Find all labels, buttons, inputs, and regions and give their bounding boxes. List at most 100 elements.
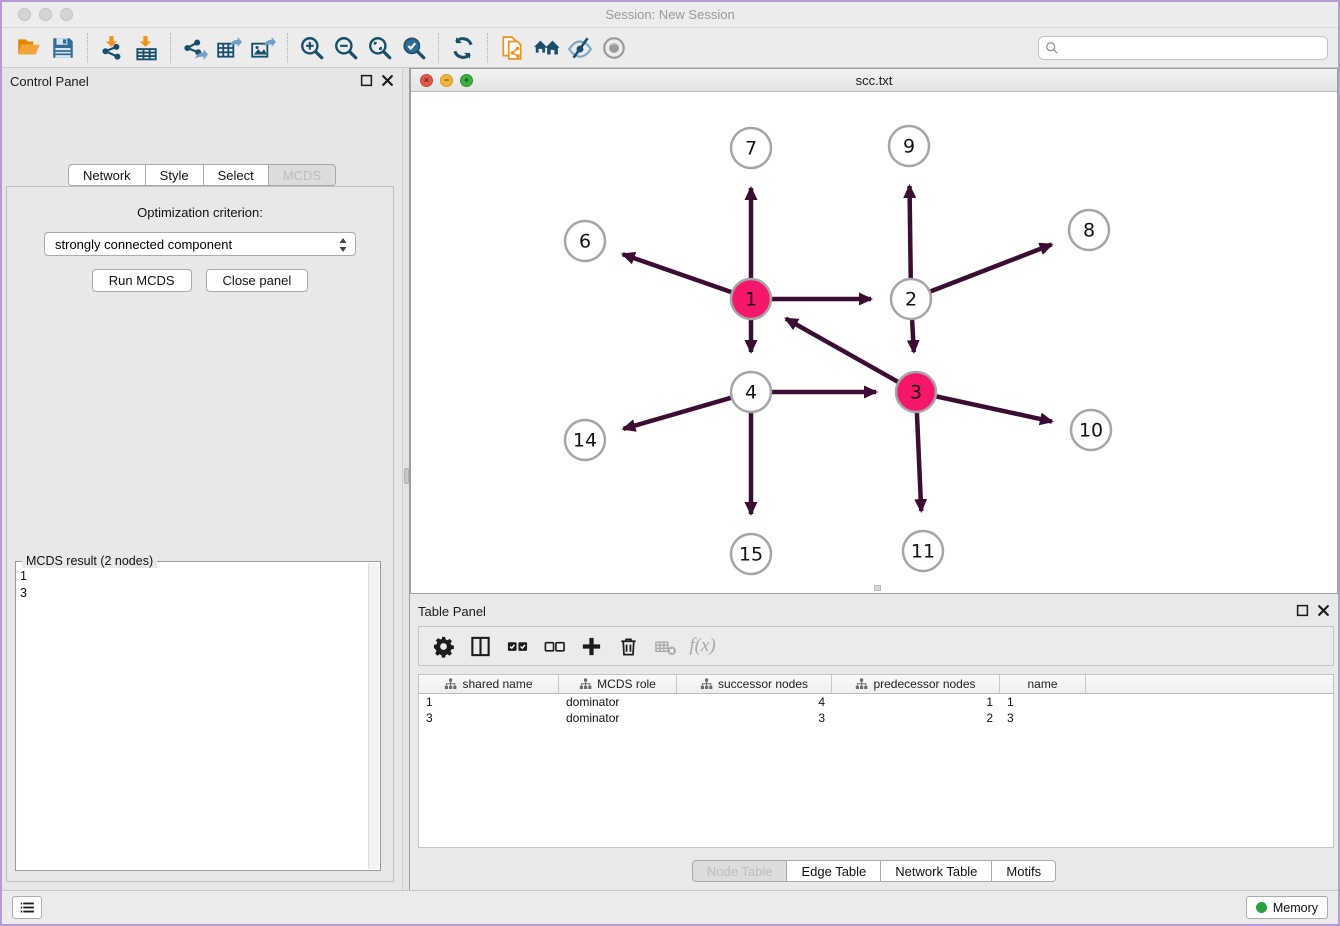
node-14[interactable]: 14: [565, 420, 605, 460]
home-button[interactable]: [529, 32, 563, 64]
column-header-shared-name[interactable]: shared name: [419, 675, 559, 693]
table-cell[interactable]: 3: [419, 710, 559, 726]
table-cell[interactable]: 2: [832, 710, 1000, 726]
node-11[interactable]: 11: [903, 531, 943, 571]
network-window: × − + scc.txt 7968124314101511: [410, 68, 1338, 594]
network-resize-handle[interactable]: [874, 585, 881, 591]
tab-select[interactable]: Select: [204, 164, 269, 186]
edge-1-6[interactable]: [623, 254, 732, 292]
column-type-icon: [855, 678, 868, 690]
node-table[interactable]: shared name MCDS role successor nodesprede…: [418, 674, 1334, 848]
memory-button[interactable]: Memory: [1246, 896, 1328, 919]
import-network-button[interactable]: [95, 32, 129, 64]
node-4[interactable]: 4: [731, 372, 771, 412]
zoom-fit-button[interactable]: [363, 32, 397, 64]
birds-eye-view-button[interactable]: [597, 32, 631, 64]
export-image-button[interactable]: [246, 32, 280, 64]
zoom-out-button[interactable]: [329, 32, 363, 64]
node-3[interactable]: 3: [896, 372, 936, 412]
zoom-selected-button[interactable]: [397, 32, 431, 64]
table-cell[interactable]: dominator: [559, 694, 677, 710]
table-cell[interactable]: 1: [1000, 694, 1086, 710]
memory-label: Memory: [1273, 901, 1318, 915]
node-6[interactable]: 6: [565, 221, 605, 261]
column-header-name[interactable]: name: [1000, 675, 1086, 693]
table-tab-network-table[interactable]: Network Table: [881, 860, 992, 882]
table-cell[interactable]: 1: [419, 694, 559, 710]
table-panel-title: Table Panel: [418, 604, 486, 619]
column-header-predecessor-nodes[interactable]: predecessor nodes: [832, 675, 1000, 693]
mcds-result-list[interactable]: 1 3: [20, 568, 366, 866]
table-cell[interactable]: dominator: [559, 710, 677, 726]
edge-4-14[interactable]: [623, 398, 731, 429]
network-view[interactable]: 7 9 6 8 1 2 4 3 14 10 15 11: [411, 92, 1337, 593]
control-panel: Control Panel NetworkStyleSelectMCDS Opt…: [2, 68, 402, 890]
close-panel-button[interactable]: Close panel: [206, 269, 309, 292]
delete-icon: [617, 635, 640, 658]
run-mcds-button[interactable]: Run MCDS: [92, 269, 192, 292]
edge-2-9[interactable]: [910, 186, 911, 279]
table-tab-motifs[interactable]: Motifs: [992, 860, 1056, 882]
table-cell[interactable]: 3: [677, 710, 832, 726]
criterion-dropdown[interactable]: strongly connected component: [44, 232, 356, 256]
node-9[interactable]: 9: [889, 126, 929, 166]
node-15[interactable]: 15: [731, 534, 771, 574]
column-header-MCDS-role[interactable]: MCDS role: [559, 675, 677, 693]
table-cell[interactable]: 3: [1000, 710, 1086, 726]
hide-graphics-details-icon: [567, 35, 593, 61]
node-7[interactable]: 7: [731, 128, 771, 168]
tab-label: Edge Table: [801, 864, 866, 879]
select-all-button[interactable]: [499, 630, 536, 662]
refresh-icon: [450, 35, 476, 61]
float-panel-icon[interactable]: [360, 74, 373, 87]
result-scrollbar[interactable]: [368, 563, 379, 869]
edge-2-3[interactable]: [912, 319, 914, 352]
close-table-panel-icon[interactable]: [1317, 604, 1330, 617]
table-cell[interactable]: 4: [677, 694, 832, 710]
node-1[interactable]: 1: [731, 279, 771, 319]
task-history-button[interactable]: [12, 896, 42, 919]
save-session-button[interactable]: [46, 32, 80, 64]
refresh-button[interactable]: [446, 32, 480, 64]
tab-style[interactable]: Style: [146, 164, 204, 186]
tab-label: Node Table: [707, 864, 773, 879]
zoom-in-button[interactable]: [295, 32, 329, 64]
add-button[interactable]: [573, 630, 610, 662]
table-row[interactable]: 1dominator411: [419, 694, 1333, 710]
table-tab-node-table[interactable]: Node Table: [692, 860, 788, 882]
network-graph[interactable]: 7 9 6 8 1 2 4 3 14 10 15 11: [411, 92, 1337, 593]
import-table-button[interactable]: [129, 32, 163, 64]
node-10[interactable]: 10: [1071, 410, 1111, 450]
node-2[interactable]: 2: [891, 279, 931, 319]
table-tab-edge-table[interactable]: Edge Table: [787, 860, 881, 882]
hide-graphics-details-button[interactable]: [563, 32, 597, 64]
delete-button[interactable]: [610, 630, 647, 662]
edge-2-8[interactable]: [930, 244, 1052, 291]
column-label: MCDS role: [597, 677, 656, 691]
table-tabs: Node Table Edge Table Network TableMotifs: [410, 860, 1338, 882]
unselect-all-button[interactable]: [536, 630, 573, 662]
float-table-panel-icon[interactable]: [1296, 604, 1309, 617]
tab-network[interactable]: Network: [68, 164, 146, 186]
edge-3-11[interactable]: [917, 412, 921, 511]
edge-3-10[interactable]: [936, 396, 1052, 421]
table-panel: Table Panel f(x) shared name MCDS role suc…: [410, 598, 1338, 890]
clone-network-button[interactable]: [495, 32, 529, 64]
tab-mcds[interactable]: MCDS: [269, 164, 336, 186]
splitter-handle[interactable]: [404, 468, 409, 484]
column-header-successor-nodes[interactable]: successor nodes: [677, 675, 832, 693]
format-columns-button[interactable]: [462, 630, 499, 662]
settings-button[interactable]: [425, 630, 462, 662]
table-row[interactable]: 3dominator323: [419, 710, 1333, 726]
node-8[interactable]: 8: [1069, 210, 1109, 250]
edge-3-1[interactable]: [786, 319, 899, 383]
panel-splitter[interactable]: [402, 68, 410, 890]
table-cell[interactable]: 1: [832, 694, 1000, 710]
delete-table-icon: [654, 635, 677, 658]
close-panel-icon[interactable]: [381, 74, 394, 87]
export-table-button[interactable]: [212, 32, 246, 64]
fx-icon: f(x): [689, 635, 715, 657]
search-input[interactable]: [1038, 36, 1328, 60]
open-session-button[interactable]: [12, 32, 46, 64]
export-network-button[interactable]: [178, 32, 212, 64]
